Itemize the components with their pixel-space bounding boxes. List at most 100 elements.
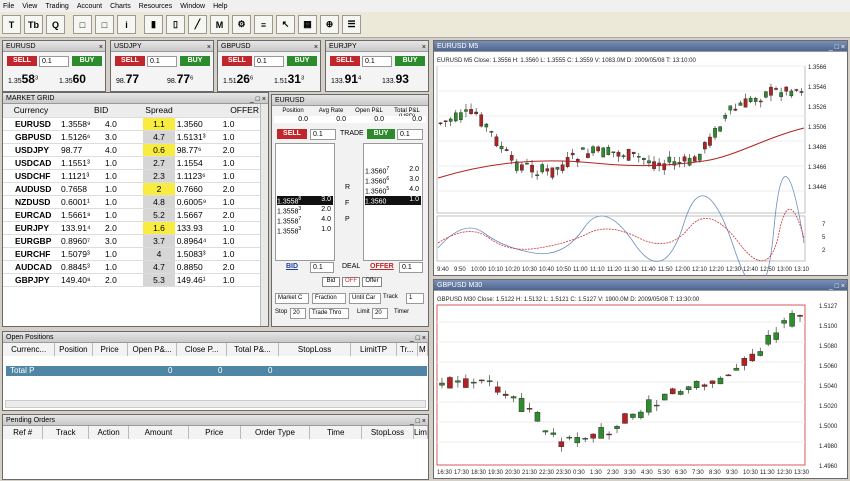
- offer-cell[interactable]: 1.5083³: [174, 247, 221, 261]
- bid-cell[interactable]: 0.8845³: [59, 260, 103, 274]
- pending-orders-column[interactable]: Ref #: [3, 426, 44, 439]
- open-positions-column[interactable]: Tr...: [396, 343, 418, 356]
- bid-cell[interactable]: 1.5079³: [59, 247, 103, 261]
- grid-row[interactable]: USDCAD 1.1551³ 1.0 2.7 1.1554 1.0: [3, 156, 261, 170]
- qty-select[interactable]: 0.1: [147, 56, 177, 67]
- menu-view[interactable]: View: [22, 3, 37, 10]
- window-controls[interactable]: _ □ ×: [829, 281, 845, 292]
- open-positions-column[interactable]: M: [417, 343, 429, 356]
- crosshair-icon[interactable]: T: [2, 15, 21, 34]
- candle-chart-icon[interactable]: ▯: [166, 15, 185, 34]
- open-positions-column[interactable]: Price: [92, 343, 128, 356]
- offer-cell[interactable]: 1.5131³: [174, 130, 221, 144]
- ask-level[interactable]: 1.3560 1.0: [365, 196, 421, 206]
- pending-orders-column[interactable]: StopLoss: [361, 426, 414, 439]
- buy-button[interactable]: BUY: [180, 56, 210, 66]
- stop-input[interactable]: 20: [290, 308, 306, 319]
- menu-file[interactable]: File: [3, 3, 14, 10]
- trade-thr-select[interactable]: Trade Thro: [309, 308, 349, 319]
- grid-row[interactable]: USDJPY 98.77 4.0 0.6 98.77⁶ 2.0: [3, 143, 261, 157]
- pending-orders-column[interactable]: Amount: [128, 426, 189, 439]
- gbpusd-chart[interactable]: GBPUSD M30 Close: 1.5122 H: 1.5132 L: 1.…: [434, 292, 847, 479]
- offer-cell[interactable]: 149.46¹: [174, 273, 221, 287]
- open-positions-column[interactable]: Position: [54, 343, 93, 356]
- m5-icon[interactable]: M: [210, 15, 229, 34]
- grid-row[interactable]: GBPJPY 149.40⁸ 2.0 5.3 149.46¹ 1.0: [3, 273, 261, 287]
- open-positions-column[interactable]: Currenc...: [3, 343, 56, 356]
- col-offer[interactable]: OFFER: [174, 104, 261, 118]
- zoom-icon[interactable]: ⊕: [320, 15, 339, 34]
- grid-row[interactable]: EURJPY 133.91⁴ 2.0 1.6 133.93 1.0: [3, 221, 261, 235]
- bid-qty[interactable]: 0.1: [310, 262, 334, 273]
- offer-cell[interactable]: 0.8850: [174, 260, 221, 274]
- open-positions-column[interactable]: Close P...: [176, 343, 228, 356]
- pending-orders-column[interactable]: Order Type: [240, 426, 311, 439]
- bar-chart-icon[interactable]: ▮: [144, 15, 163, 34]
- grid-row[interactable]: GBPUSD 1.5126⁶ 3.0 4.7 1.5131³ 1.0: [3, 130, 261, 144]
- bid-cell[interactable]: 1.5661⁸: [59, 208, 103, 222]
- col-spread[interactable]: Spread: [143, 104, 175, 118]
- grid-row[interactable]: EURCHF 1.5079³ 1.0 4 1.5083³ 1.0: [3, 247, 261, 261]
- window-icon-2[interactable]: □: [95, 15, 114, 34]
- window-controls[interactable]: _ □ ×: [410, 333, 426, 344]
- bid-price[interactable]: 98.77: [116, 72, 139, 86]
- offer-cell[interactable]: 1.1554: [174, 156, 221, 170]
- open-positions-column[interactable]: LimitTP: [350, 343, 397, 356]
- grid-row[interactable]: EURGBP 0.8960⁷ 3.0 3.7 0.8964⁴ 1.0: [3, 234, 261, 248]
- open-positions-column[interactable]: Open P&...: [127, 343, 178, 356]
- menu-account[interactable]: Account: [77, 3, 102, 10]
- fraction-select[interactable]: Fraction: [312, 293, 346, 304]
- buy-button[interactable]: BUY: [395, 56, 425, 66]
- bid-cell[interactable]: 1.3558⁹: [59, 117, 103, 131]
- depth-sell-button[interactable]: SELL: [277, 129, 307, 139]
- bid-level[interactable]: 1.35588 3.0: [277, 196, 333, 206]
- col-bid[interactable]: BID: [59, 104, 144, 118]
- bid-button[interactable]: Bid: [322, 277, 340, 287]
- depth-buy-qty[interactable]: 0.1: [397, 129, 423, 140]
- info-icon[interactable]: i: [117, 15, 136, 34]
- trade-icon[interactable]: Tb: [24, 15, 43, 34]
- bid-level[interactable]: 1.35583 2.0: [277, 206, 333, 215]
- ask-price[interactable]: 133.93: [382, 72, 409, 86]
- bid-label[interactable]: BID: [286, 263, 298, 270]
- grid-icon[interactable]: ▦: [298, 15, 317, 34]
- track-input[interactable]: 1: [406, 293, 424, 304]
- offer-cell[interactable]: 0.6005⁹: [174, 195, 221, 209]
- menu-charts[interactable]: Charts: [110, 3, 131, 10]
- bid-cell[interactable]: 1.5126⁶: [59, 130, 103, 144]
- offer-cell[interactable]: 133.93: [174, 221, 221, 235]
- bid-cell[interactable]: 1.1121³: [59, 169, 103, 183]
- cursor-icon[interactable]: ↖: [276, 15, 295, 34]
- window-controls[interactable]: _ □ ×: [829, 42, 845, 53]
- open-positions-column[interactable]: Total P&...: [226, 343, 279, 356]
- menu-help[interactable]: Help: [213, 3, 227, 10]
- bid-cell[interactable]: 0.7658: [59, 182, 103, 196]
- offer-cell[interactable]: 1.5667: [174, 208, 221, 222]
- market-select[interactable]: Market C: [275, 293, 309, 304]
- offer-label[interactable]: OFFER: [370, 263, 394, 270]
- bid-price[interactable]: 133.914: [331, 72, 361, 86]
- close-icon[interactable]: ×: [207, 42, 211, 53]
- sell-button[interactable]: SELL: [7, 56, 37, 66]
- open-positions-column[interactable]: StopLoss: [278, 343, 352, 356]
- window-controls[interactable]: _ □ ×: [410, 416, 426, 427]
- bid-price[interactable]: 1.35583: [8, 72, 38, 86]
- offer-cell[interactable]: 98.77⁶: [174, 143, 221, 157]
- qty-select[interactable]: 0.1: [39, 56, 69, 67]
- horizontal-scrollbar[interactable]: [5, 400, 426, 408]
- qty-select[interactable]: 0.1: [254, 56, 284, 67]
- bid-cell[interactable]: 149.40⁸: [59, 273, 103, 287]
- off-button[interactable]: OFF: [342, 277, 360, 287]
- layers-icon[interactable]: ≡: [254, 15, 273, 34]
- close-icon[interactable]: ×: [314, 42, 318, 53]
- grid-row[interactable]: AUDCAD 0.8845³ 1.0 4.7 0.8850 2.0: [3, 260, 261, 274]
- ask-price[interactable]: 98.776: [167, 72, 193, 86]
- ask-level[interactable]: 1.35607 2.0: [365, 166, 421, 175]
- bid-cell[interactable]: 0.8960⁷: [59, 234, 103, 248]
- offer-button[interactable]: Offer: [362, 277, 382, 287]
- bid-level[interactable]: 1.35583 1.0: [277, 226, 333, 235]
- pending-orders-column[interactable]: Time: [309, 426, 363, 439]
- pending-orders-column[interactable]: Action: [88, 426, 130, 439]
- grid-row[interactable]: EURCAD 1.5661⁸ 1.0 5.2 1.5667 2.0: [3, 208, 261, 222]
- col-currency[interactable]: Currency: [3, 104, 59, 118]
